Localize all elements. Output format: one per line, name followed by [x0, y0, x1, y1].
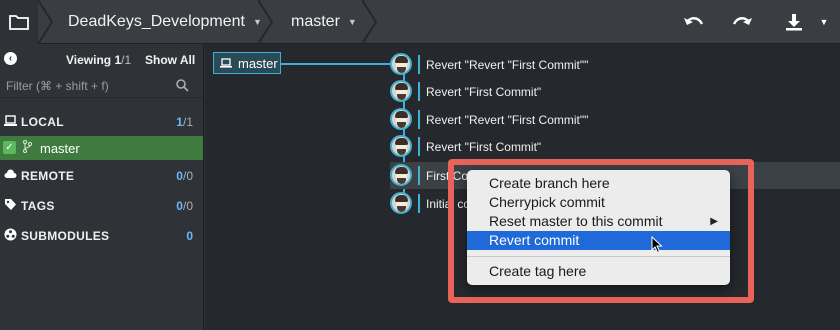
avatar [390, 192, 412, 214]
sidebar-section-remote[interactable]: REMOTE 0/0 [0, 162, 203, 188]
section-label: REMOTE [21, 169, 75, 183]
redo-icon[interactable] [724, 0, 760, 44]
section-label: LOCAL [21, 115, 64, 129]
branch-icon [22, 139, 33, 156]
commit-message: Revert "First Commit" [426, 85, 542, 99]
viewing-label: Viewing [66, 53, 112, 67]
commit-row[interactable]: Revert "First Commit" [390, 78, 840, 105]
mouse-cursor-icon [651, 235, 663, 259]
avatar [390, 53, 412, 75]
commit-message: Revert "First Commit" [426, 140, 542, 154]
avatar [390, 164, 412, 186]
count-total: /0 [182, 199, 193, 213]
toolbar: DeadKeys_Development ▼ master ▼ ▼ [0, 0, 840, 44]
filter-placeholder: Filter (⌘ + shift + f) [6, 79, 109, 93]
menu-item-reset-master[interactable]: Reset master to this commit ▶ [467, 212, 730, 231]
section-count: 1/1 [176, 115, 193, 129]
menu-item-create-branch[interactable]: Create branch here [467, 174, 730, 193]
sidebar: ‹ Viewing 1/1 Show All Filter (⌘ + shift… [0, 44, 204, 330]
commit-bar [418, 166, 420, 185]
branch-label: master [40, 141, 80, 156]
submenu-arrow-icon: ▶ [710, 216, 718, 227]
download-icon[interactable] [776, 0, 812, 44]
section-count: 0 [186, 229, 193, 243]
submodules-icon [4, 228, 17, 241]
tag-icon [4, 198, 17, 211]
menu-item-cherrypick[interactable]: Cherrypick commit [467, 193, 730, 212]
repo-name: DeadKeys_Development [68, 13, 245, 30]
commit-row[interactable]: Revert "Revert "First Commit"" [390, 51, 840, 78]
branch-connector [281, 63, 397, 65]
checkmark-icon: ✓ [3, 141, 16, 154]
sidebar-section-tags[interactable]: TAGS 0/0 [0, 192, 203, 218]
section-label: TAGS [21, 199, 55, 213]
avatar [390, 80, 412, 102]
sidebar-section-local[interactable]: LOCAL 1/1 [0, 108, 203, 134]
menu-item-revert-commit[interactable]: Revert commit [467, 231, 730, 250]
branch-tag-label: master [238, 55, 278, 71]
folder-icon[interactable] [0, 0, 38, 44]
count-value: 0 [176, 169, 183, 183]
show-all-button[interactable]: Show All [145, 53, 195, 67]
section-label: SUBMODULES [21, 229, 110, 243]
breadcrumb-separator [362, 0, 378, 44]
menu-item-label: Reset master to this commit [489, 213, 663, 229]
commit-bar [418, 55, 420, 74]
commit-bar [418, 82, 420, 101]
section-count: 0/0 [176, 199, 193, 213]
branch-selector[interactable]: master ▼ [291, 0, 357, 44]
filter-field[interactable]: Filter (⌘ + shift + f) [0, 74, 203, 98]
context-menu: Create branch here Cherrypick commit Res… [467, 170, 730, 285]
count-total: /1 [182, 115, 193, 129]
count-total: /0 [182, 169, 193, 183]
breadcrumb-separator [258, 0, 274, 44]
avatar [390, 135, 412, 157]
repo-selector[interactable]: DeadKeys_Development ▼ [68, 0, 262, 44]
menu-divider [467, 256, 730, 257]
commit-bar [418, 137, 420, 156]
viewing-total: /1 [121, 53, 132, 67]
count-value: 1 [176, 115, 183, 129]
viewing-count: Viewing 1/1 [66, 53, 131, 67]
branch-tag-master[interactable]: master [213, 52, 281, 74]
count-value: 0 [176, 199, 183, 213]
sidebar-item-master[interactable]: ✓ master [0, 136, 203, 160]
chevron-down-icon[interactable]: ▼ [812, 0, 836, 44]
commit-bar [418, 110, 420, 129]
search-icon [176, 79, 189, 97]
commit-row[interactable]: Revert "First Commit" [390, 133, 840, 160]
laptop-icon [4, 114, 17, 127]
undo-icon[interactable] [676, 0, 712, 44]
commit-row[interactable]: Revert "Revert "First Commit"" [390, 106, 840, 133]
cloud-icon [4, 168, 17, 181]
branch-name: master [291, 13, 340, 30]
laptop-icon [220, 56, 232, 71]
menu-item-create-tag[interactable]: Create tag here [467, 262, 730, 281]
back-icon[interactable]: ‹ [4, 52, 17, 65]
sidebar-section-submodules[interactable]: SUBMODULES 0 [0, 222, 203, 248]
chevron-down-icon: ▼ [347, 17, 357, 27]
commit-bar [418, 194, 420, 213]
sidebar-header: ‹ Viewing 1/1 Show All [0, 44, 204, 72]
breadcrumb-separator [38, 0, 54, 44]
commit-message: Revert "Revert "First Commit"" [426, 58, 589, 72]
avatar [390, 108, 412, 130]
section-count: 0/0 [176, 169, 193, 183]
commit-message: Revert "Revert "First Commit"" [426, 113, 589, 127]
